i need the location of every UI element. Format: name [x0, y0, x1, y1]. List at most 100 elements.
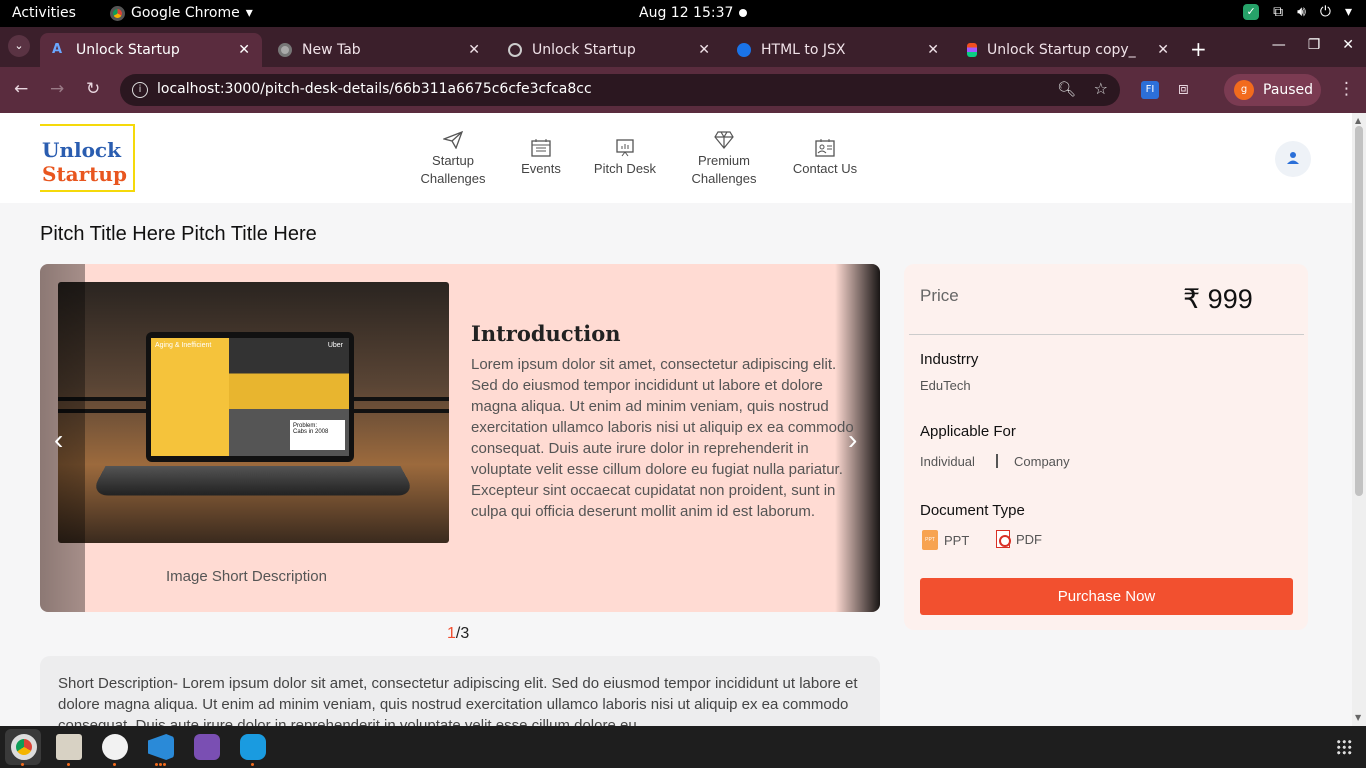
chrome-icon: [278, 43, 292, 57]
tab-new-tab[interactable]: New Tab ✕: [266, 33, 492, 67]
site-logo[interactable]: Unlock Startup: [40, 124, 135, 192]
screen-panel-title: Aging & Inefficient: [151, 338, 229, 456]
window-controls: — ❐ ✕: [1272, 37, 1354, 53]
url-text[interactable]: localhost:3000/pitch-desk-details/66b311…: [157, 81, 592, 97]
avatar: g: [1234, 80, 1254, 100]
industry-value: EduTech: [920, 378, 971, 393]
web-page: Unlock Startup Startup Challenges Events…: [0, 113, 1352, 726]
vscode-icon[interactable]: [148, 734, 174, 760]
github-desktop-icon[interactable]: [194, 734, 220, 760]
tab-html-to-jsx[interactable]: HTML to JSX ✕: [725, 33, 951, 67]
price-value: ₹ 999: [1183, 284, 1253, 314]
scroll-up-icon[interactable]: ▲: [1355, 116, 1361, 125]
close-window-icon[interactable]: ✕: [1342, 37, 1354, 53]
running-indicator: [155, 763, 158, 766]
security-shield-icon[interactable]: ✓: [1243, 4, 1260, 20]
running-indicator: [251, 763, 254, 766]
more-menu-icon[interactable]: ⋮: [1338, 79, 1355, 99]
tab-title: HTML to JSX: [761, 42, 846, 58]
tab-title: Unlock Startup: [76, 42, 180, 58]
nav-label: Events: [521, 161, 561, 176]
chrome-icon[interactable]: [11, 734, 37, 760]
divider: [909, 334, 1304, 335]
running-indicator: [21, 763, 24, 766]
short-description: Short Description- Lorem ipsum dolor sit…: [40, 656, 880, 726]
forward-arrow-icon[interactable]: →: [50, 79, 64, 99]
close-icon[interactable]: ✕: [698, 42, 710, 58]
figma-icon: [967, 43, 977, 57]
profile-button[interactable]: g Paused: [1224, 74, 1321, 106]
notification-dot-icon: [739, 9, 747, 17]
site-info-icon[interactable]: i: [132, 82, 148, 98]
caret-down-icon: ▾: [1344, 4, 1352, 20]
nav-label: Challenges: [691, 171, 757, 186]
transform-icon: [737, 43, 751, 57]
zoom-icon[interactable]: 🔍︎: [1057, 80, 1076, 98]
taskbar-dock: [0, 726, 1366, 768]
skype-icon[interactable]: [240, 734, 266, 760]
close-icon[interactable]: ✕: [927, 42, 939, 58]
app-menu[interactable]: Google Chrome ▾: [110, 5, 253, 21]
nav-pitch-desk[interactable]: Pitch Desk: [592, 139, 658, 178]
industry-label: Industrry: [920, 351, 979, 368]
system-top-bar: Activities Google Chrome ▾ Aug 12 15:37 …: [0, 0, 1366, 27]
system-tray[interactable]: ✓ ⧉ 🔊︎ ⏻ ▾: [1243, 4, 1352, 20]
presentation-icon: [616, 139, 634, 157]
running-indicator: [163, 763, 166, 766]
extension-icon[interactable]: FI: [1141, 81, 1159, 99]
tab-search-icon[interactable]: ⌄: [8, 35, 30, 57]
close-icon[interactable]: ✕: [468, 42, 480, 58]
nav-events[interactable]: Events: [515, 139, 567, 178]
nav-startup-challenges[interactable]: Startup Challenges: [418, 131, 488, 188]
nav-label: Contact Us: [792, 161, 858, 176]
logo-line2: Startup: [42, 162, 127, 186]
doc-type-label: PPT: [944, 532, 970, 548]
chevron-left-icon[interactable]: ‹: [54, 424, 63, 456]
doc-type-ppt: PPT PPT: [922, 530, 969, 550]
minimize-icon[interactable]: —: [1272, 37, 1286, 53]
profile-status: Paused: [1263, 82, 1314, 98]
unlock-startup-favicon: A: [52, 42, 63, 57]
tab-title: Unlock Startup copy_: [987, 42, 1136, 58]
user-account-button[interactable]: [1275, 141, 1311, 177]
slide-heading: Introduction: [471, 321, 621, 346]
site-header: Unlock Startup Startup Challenges Events…: [0, 113, 1352, 203]
page-scrollbar[interactable]: ▲ ▼: [1352, 113, 1366, 726]
tab-unlock-startup-2[interactable]: Unlock Startup ✕: [496, 33, 722, 67]
close-icon[interactable]: ✕: [1157, 42, 1169, 58]
activities-button[interactable]: Activities: [12, 5, 76, 21]
mongodb-compass-icon[interactable]: [102, 734, 128, 760]
tab-unlock-startup-active[interactable]: A Unlock Startup ✕: [40, 33, 262, 67]
purchase-now-button[interactable]: Purchase Now: [920, 578, 1293, 615]
address-bar[interactable]: i localhost:3000/pitch-desk-details/66b3…: [120, 74, 1120, 106]
running-indicator: [159, 763, 162, 766]
bookmark-star-icon[interactable]: ☆: [1094, 79, 1108, 98]
running-indicator: [67, 763, 70, 766]
show-apps-grid-icon[interactable]: [1336, 739, 1352, 755]
files-icon[interactable]: [56, 734, 82, 760]
paper-plane-icon: [443, 131, 463, 149]
tab-strip: ⌄ A Unlock Startup ✕ New Tab ✕ Unlock St…: [0, 27, 1366, 67]
applicable-individual: Individual: [920, 454, 975, 469]
maximize-icon[interactable]: ❐: [1308, 37, 1321, 53]
reload-icon[interactable]: ↻: [86, 79, 100, 99]
new-tab-button[interactable]: +: [1190, 37, 1207, 61]
extensions-puzzle-icon[interactable]: ⧈: [1178, 79, 1189, 99]
back-arrow-icon[interactable]: ←: [14, 79, 28, 99]
nav-premium-challenges[interactable]: Premium Challenges: [688, 131, 760, 188]
diamond-icon: [714, 131, 734, 149]
scroll-down-icon[interactable]: ▼: [1355, 713, 1361, 722]
divider: [996, 454, 998, 468]
caret-down-icon: ▾: [245, 5, 253, 21]
pitch-slide-carousel: Aging & Inefficient Uber Problem: Cabs i…: [40, 264, 880, 612]
chrome-icon: [110, 5, 125, 21]
close-icon[interactable]: ✕: [238, 42, 250, 58]
clock[interactable]: Aug 12 15:37: [639, 5, 733, 21]
nav-label: Startup: [432, 153, 474, 168]
globe-icon: [508, 43, 522, 57]
browser-toolbar: ← → ↻ i localhost:3000/pitch-desk-detail…: [0, 67, 1366, 113]
tab-unlock-startup-copy[interactable]: Unlock Startup copy_ ✕: [955, 33, 1181, 67]
nav-contact-us[interactable]: Contact Us: [790, 139, 860, 178]
scrollbar-thumb[interactable]: [1355, 126, 1363, 496]
laptop-base: [89, 465, 417, 496]
